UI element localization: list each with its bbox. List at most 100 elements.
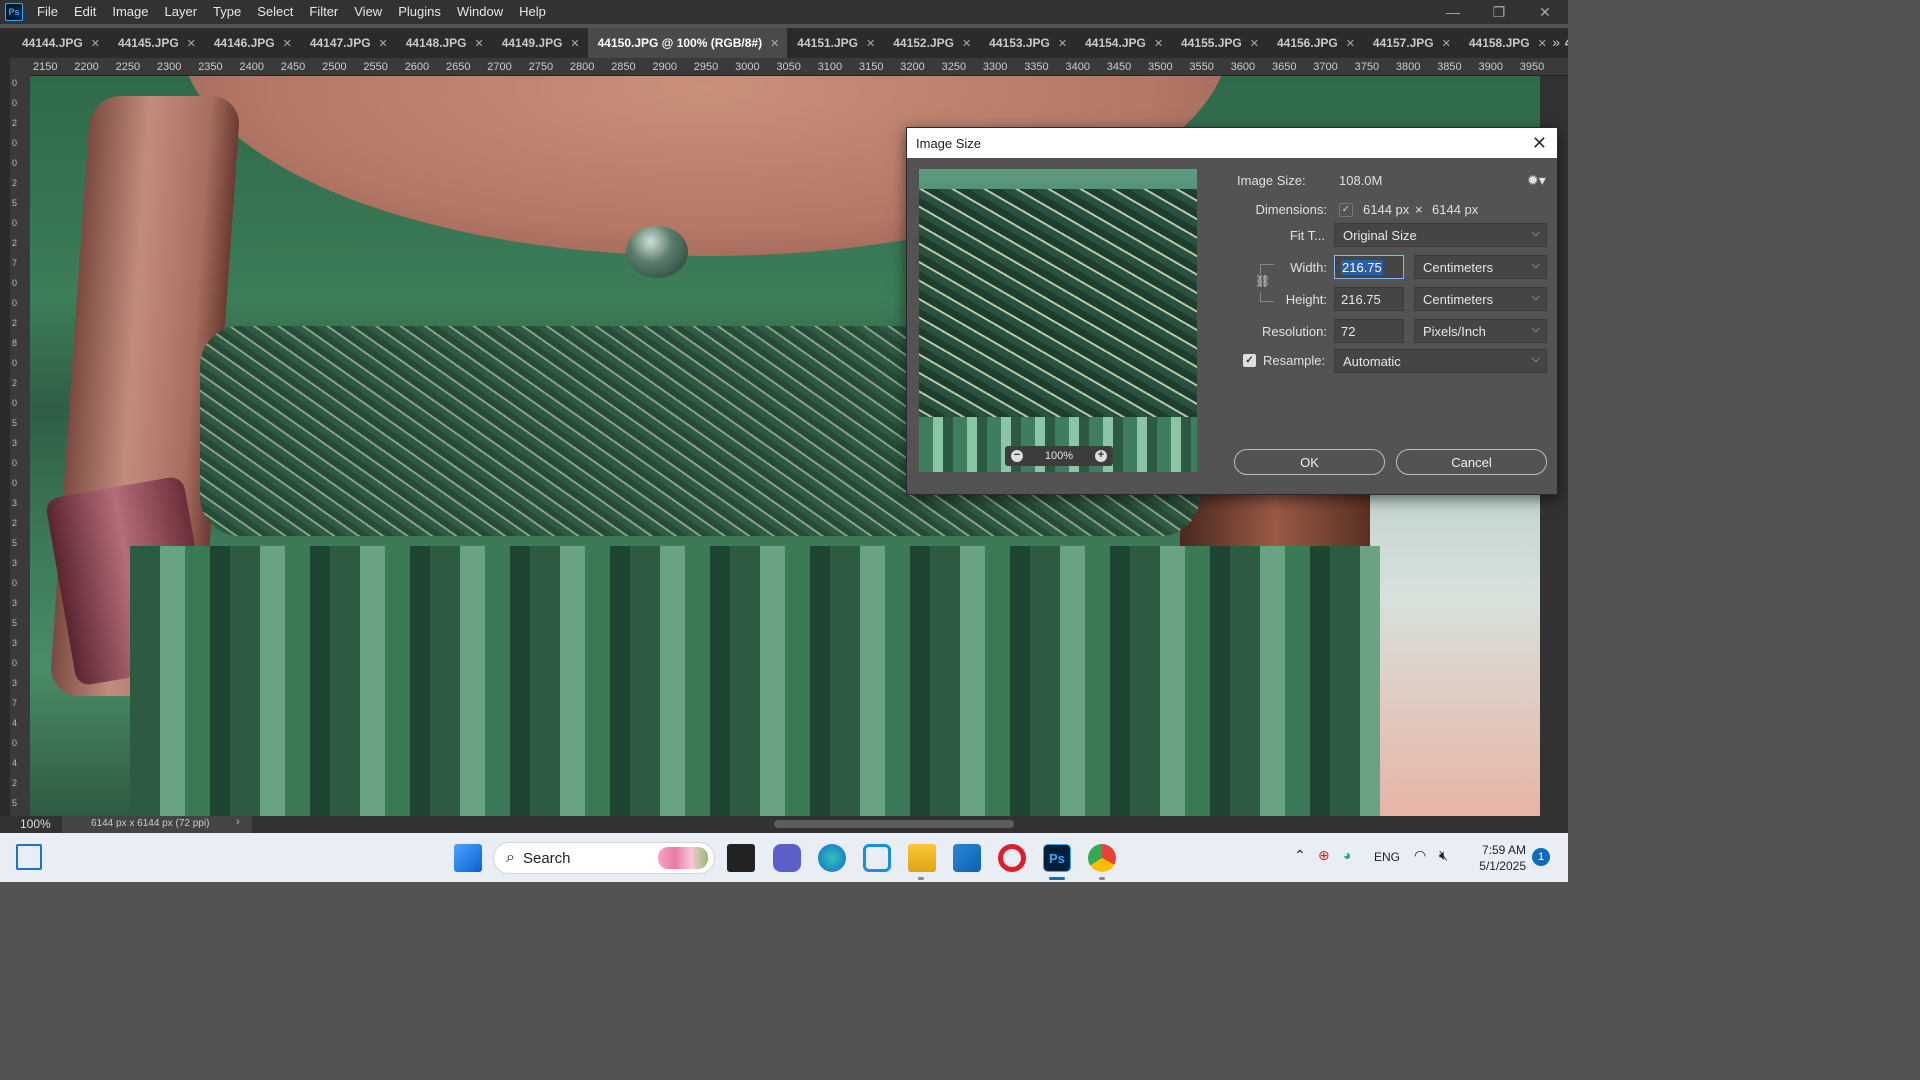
document-info[interactable]: 6144 px x 6144 px (72 ppi)	[62, 816, 252, 833]
wifi-icon[interactable]: ◠	[1414, 847, 1426, 864]
document-tab[interactable]: 44154.JPG ✕	[1075, 28, 1171, 58]
zoom-out-icon[interactable]: −	[1011, 450, 1023, 462]
clock[interactable]: 7:59 AM 5/1/2025	[1470, 842, 1526, 874]
store-icon[interactable]	[953, 844, 981, 872]
chrome-icon[interactable]	[1088, 844, 1116, 872]
document-tab[interactable]: 44149.JPG ✕	[492, 28, 588, 58]
ruler-tick-label: 2500	[322, 61, 347, 73]
edge-icon[interactable]	[818, 844, 846, 872]
constrain-proportions[interactable]: ⛓	[1255, 264, 1276, 302]
lens-icon[interactable]	[863, 844, 891, 872]
document-tab[interactable]: 44158.JPG ✕	[1459, 28, 1555, 58]
menu-image[interactable]: Image	[104, 0, 156, 24]
image-preview[interactable]: − 100% +	[919, 169, 1197, 472]
zoom-level[interactable]: 100%	[20, 817, 51, 831]
resample-dropdown[interactable]: Automatic ⌵	[1334, 349, 1547, 373]
document-tab[interactable]: 44145.JPG ✕	[108, 28, 204, 58]
document-tab[interactable]: 44156.JPG ✕	[1267, 28, 1363, 58]
tab-close-icon[interactable]: ✕	[1250, 37, 1259, 50]
ruler-tick-label: 3800	[1395, 61, 1421, 73]
document-tab[interactable]: 44146.JPG ✕	[204, 28, 300, 58]
menu-layer[interactable]: Layer	[157, 0, 206, 24]
dialog-title-bar[interactable]: Image Size ✕	[907, 128, 1557, 158]
menu-select[interactable]: Select	[249, 0, 301, 24]
file-explorer-icon[interactable]	[908, 844, 936, 872]
language-indicator[interactable]: ENG	[1374, 850, 1400, 864]
cancel-button[interactable]: Cancel	[1396, 449, 1547, 475]
tab-close-icon[interactable]: ✕	[187, 37, 196, 50]
network-globe-icon[interactable]: ◕	[1343, 847, 1351, 863]
close-window-icon[interactable]: ✕	[1522, 0, 1568, 24]
document-tab[interactable]: 44155.JPG ✕	[1171, 28, 1267, 58]
tab-close-icon[interactable]: ✕	[91, 37, 100, 50]
horizontal-ruler[interactable]: 2150 2200 2250 2300 2350 2400 2450 2500 2550 2600…	[30, 58, 1568, 76]
vertical-ruler[interactable]: 0 0 2 0 0 2 5 0 2 7 0 0 2 8 0 2 0 5 3 0 0 3 2 5 3 0 3 5 3 0 3 7 4 0 4 2 5	[10, 76, 30, 816]
tab-close-icon[interactable]: ✕	[1538, 37, 1547, 50]
menu-file[interactable]: File	[29, 0, 66, 24]
tab-close-icon[interactable]: ✕	[379, 37, 388, 50]
dimensions-label: Dimensions:	[1255, 202, 1327, 217]
fit-to-dropdown[interactable]: Original Size ⌵	[1334, 223, 1547, 247]
width-input[interactable]: 216.75	[1334, 255, 1404, 279]
ok-button[interactable]: OK	[1234, 449, 1385, 475]
width-unit-dropdown[interactable]: Centimeters ⌵	[1414, 255, 1547, 279]
restore-icon[interactable]: ❐	[1476, 0, 1522, 24]
fit-to-value: Original Size	[1343, 228, 1417, 243]
menu-type[interactable]: Type	[205, 0, 249, 24]
resolution-unit-dropdown[interactable]: Pixels/Inch ⌵	[1414, 319, 1547, 343]
notification-badge[interactable]: 1	[1532, 848, 1550, 866]
menu-edit[interactable]: Edit	[66, 0, 104, 24]
photoshop-taskbar-icon[interactable]: Ps	[1043, 844, 1071, 872]
opera-icon[interactable]	[998, 844, 1026, 872]
resolution-input[interactable]: 72	[1334, 319, 1404, 343]
document-tab[interactable]: 44153.JPG ✕	[979, 28, 1075, 58]
menu-plugins[interactable]: Plugins	[390, 0, 449, 24]
chevron-right-icon[interactable]: ›	[236, 816, 240, 828]
vpn-icon[interactable]: ⊕	[1318, 847, 1330, 864]
gear-icon[interactable]: ✹▾	[1527, 172, 1546, 189]
tab-close-icon[interactable]: ✕	[866, 37, 875, 50]
taskbar-search[interactable]: ⌕ Search	[493, 842, 715, 874]
volume-muted-icon[interactable]: 🔇︎	[1439, 847, 1448, 864]
task-view-icon[interactable]	[727, 844, 755, 872]
widgets-icon[interactable]	[16, 844, 42, 870]
ruler-tick-label: 3650	[1272, 61, 1297, 73]
menu-help[interactable]: Help	[511, 0, 554, 24]
tab-close-icon[interactable]: ✕	[283, 37, 292, 50]
tab-close-icon[interactable]: ✕	[1442, 37, 1451, 50]
menu-filter[interactable]: Filter	[301, 0, 346, 24]
document-tab[interactable]: 44152.JPG ✕	[883, 28, 979, 58]
tab-overflow-icon[interactable]: »	[1552, 34, 1560, 50]
tab-close-icon[interactable]: ✕	[570, 37, 579, 50]
dialog-title: Image Size	[916, 135, 982, 151]
scrollbar-thumb[interactable]	[774, 820, 1014, 828]
document-tab[interactable]: 44150.JPG @ 100% (RGB/8#) ✕	[587, 28, 788, 58]
start-icon[interactable]	[454, 844, 482, 872]
horizontal-scrollbar[interactable]	[258, 818, 1540, 830]
dimensions-dropdown-icon[interactable]: ✓	[1339, 203, 1353, 217]
document-tab[interactable]: 44147.JPG ✕	[300, 28, 396, 58]
image-size-label: Image Size:	[1237, 173, 1306, 188]
resample-checkbox[interactable]: ✓	[1243, 354, 1256, 367]
chevron-up-icon[interactable]: ⌃	[1294, 847, 1306, 864]
document-tab[interactable]: 44157.JPG ✕	[1363, 28, 1459, 58]
height-input[interactable]: 216.75	[1334, 287, 1404, 311]
minimize-icon[interactable]: —	[1430, 0, 1476, 24]
link-icon[interactable]: ⛓	[1255, 274, 1270, 290]
zoom-in-icon[interactable]: +	[1094, 450, 1107, 462]
document-tab[interactable]: 44148.JPG ✕	[396, 28, 492, 58]
tab-close-icon[interactable]: ✕	[962, 37, 971, 50]
dialog-close-icon[interactable]: ✕	[1532, 133, 1547, 154]
tab-close-icon[interactable]: ✕	[1154, 37, 1163, 50]
tab-close-icon[interactable]: ✕	[1346, 37, 1355, 50]
tab-close-icon[interactable]: ✕	[770, 37, 779, 50]
menu-window[interactable]: Window	[449, 0, 511, 24]
tab-close-icon[interactable]: ✕	[1058, 37, 1067, 50]
tab-close-icon[interactable]: ✕	[474, 37, 483, 50]
document-tab[interactable]: 44151.JPG ✕	[787, 28, 883, 58]
teams-icon[interactable]	[773, 844, 801, 872]
height-unit-dropdown[interactable]: Centimeters ⌵	[1414, 287, 1547, 311]
document-tab[interactable]: 44144.JPG ✕	[12, 28, 108, 58]
menu-view[interactable]: View	[346, 0, 390, 24]
ruler-tick-label: 3	[12, 678, 18, 688]
